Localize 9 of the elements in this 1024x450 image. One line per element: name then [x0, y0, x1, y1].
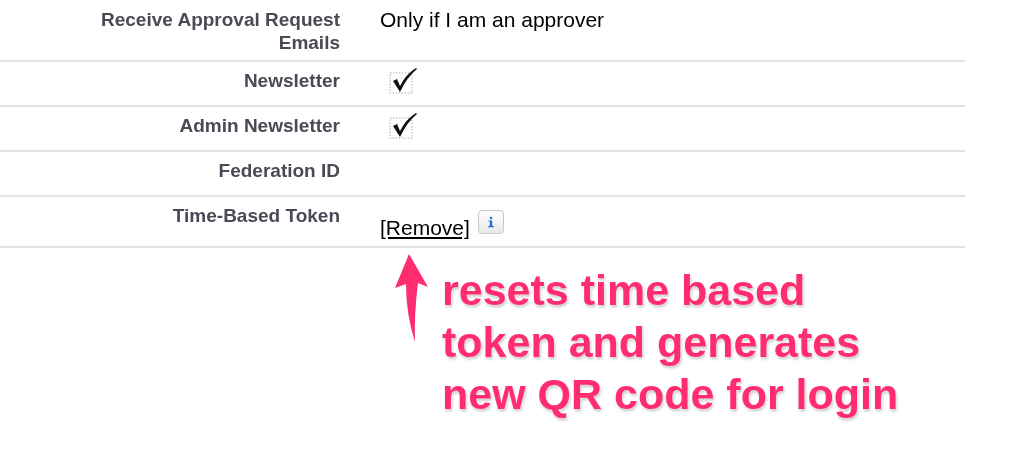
field-label: Receive Approval Request Emails [100, 8, 340, 54]
remove-link[interactable]: [Remove] [380, 216, 470, 240]
annotation-text: resets time based token and generates new QR code for login [442, 265, 899, 420]
field-label: Admin Newsletter [178, 114, 340, 138]
info-icon[interactable] [477, 210, 504, 234]
field-label: Time-Based Token [171, 204, 340, 228]
field-value: Only if I am an approver [380, 8, 605, 31]
field-label: Newsletter [242, 69, 340, 93]
field-label: Federation ID [217, 159, 340, 183]
